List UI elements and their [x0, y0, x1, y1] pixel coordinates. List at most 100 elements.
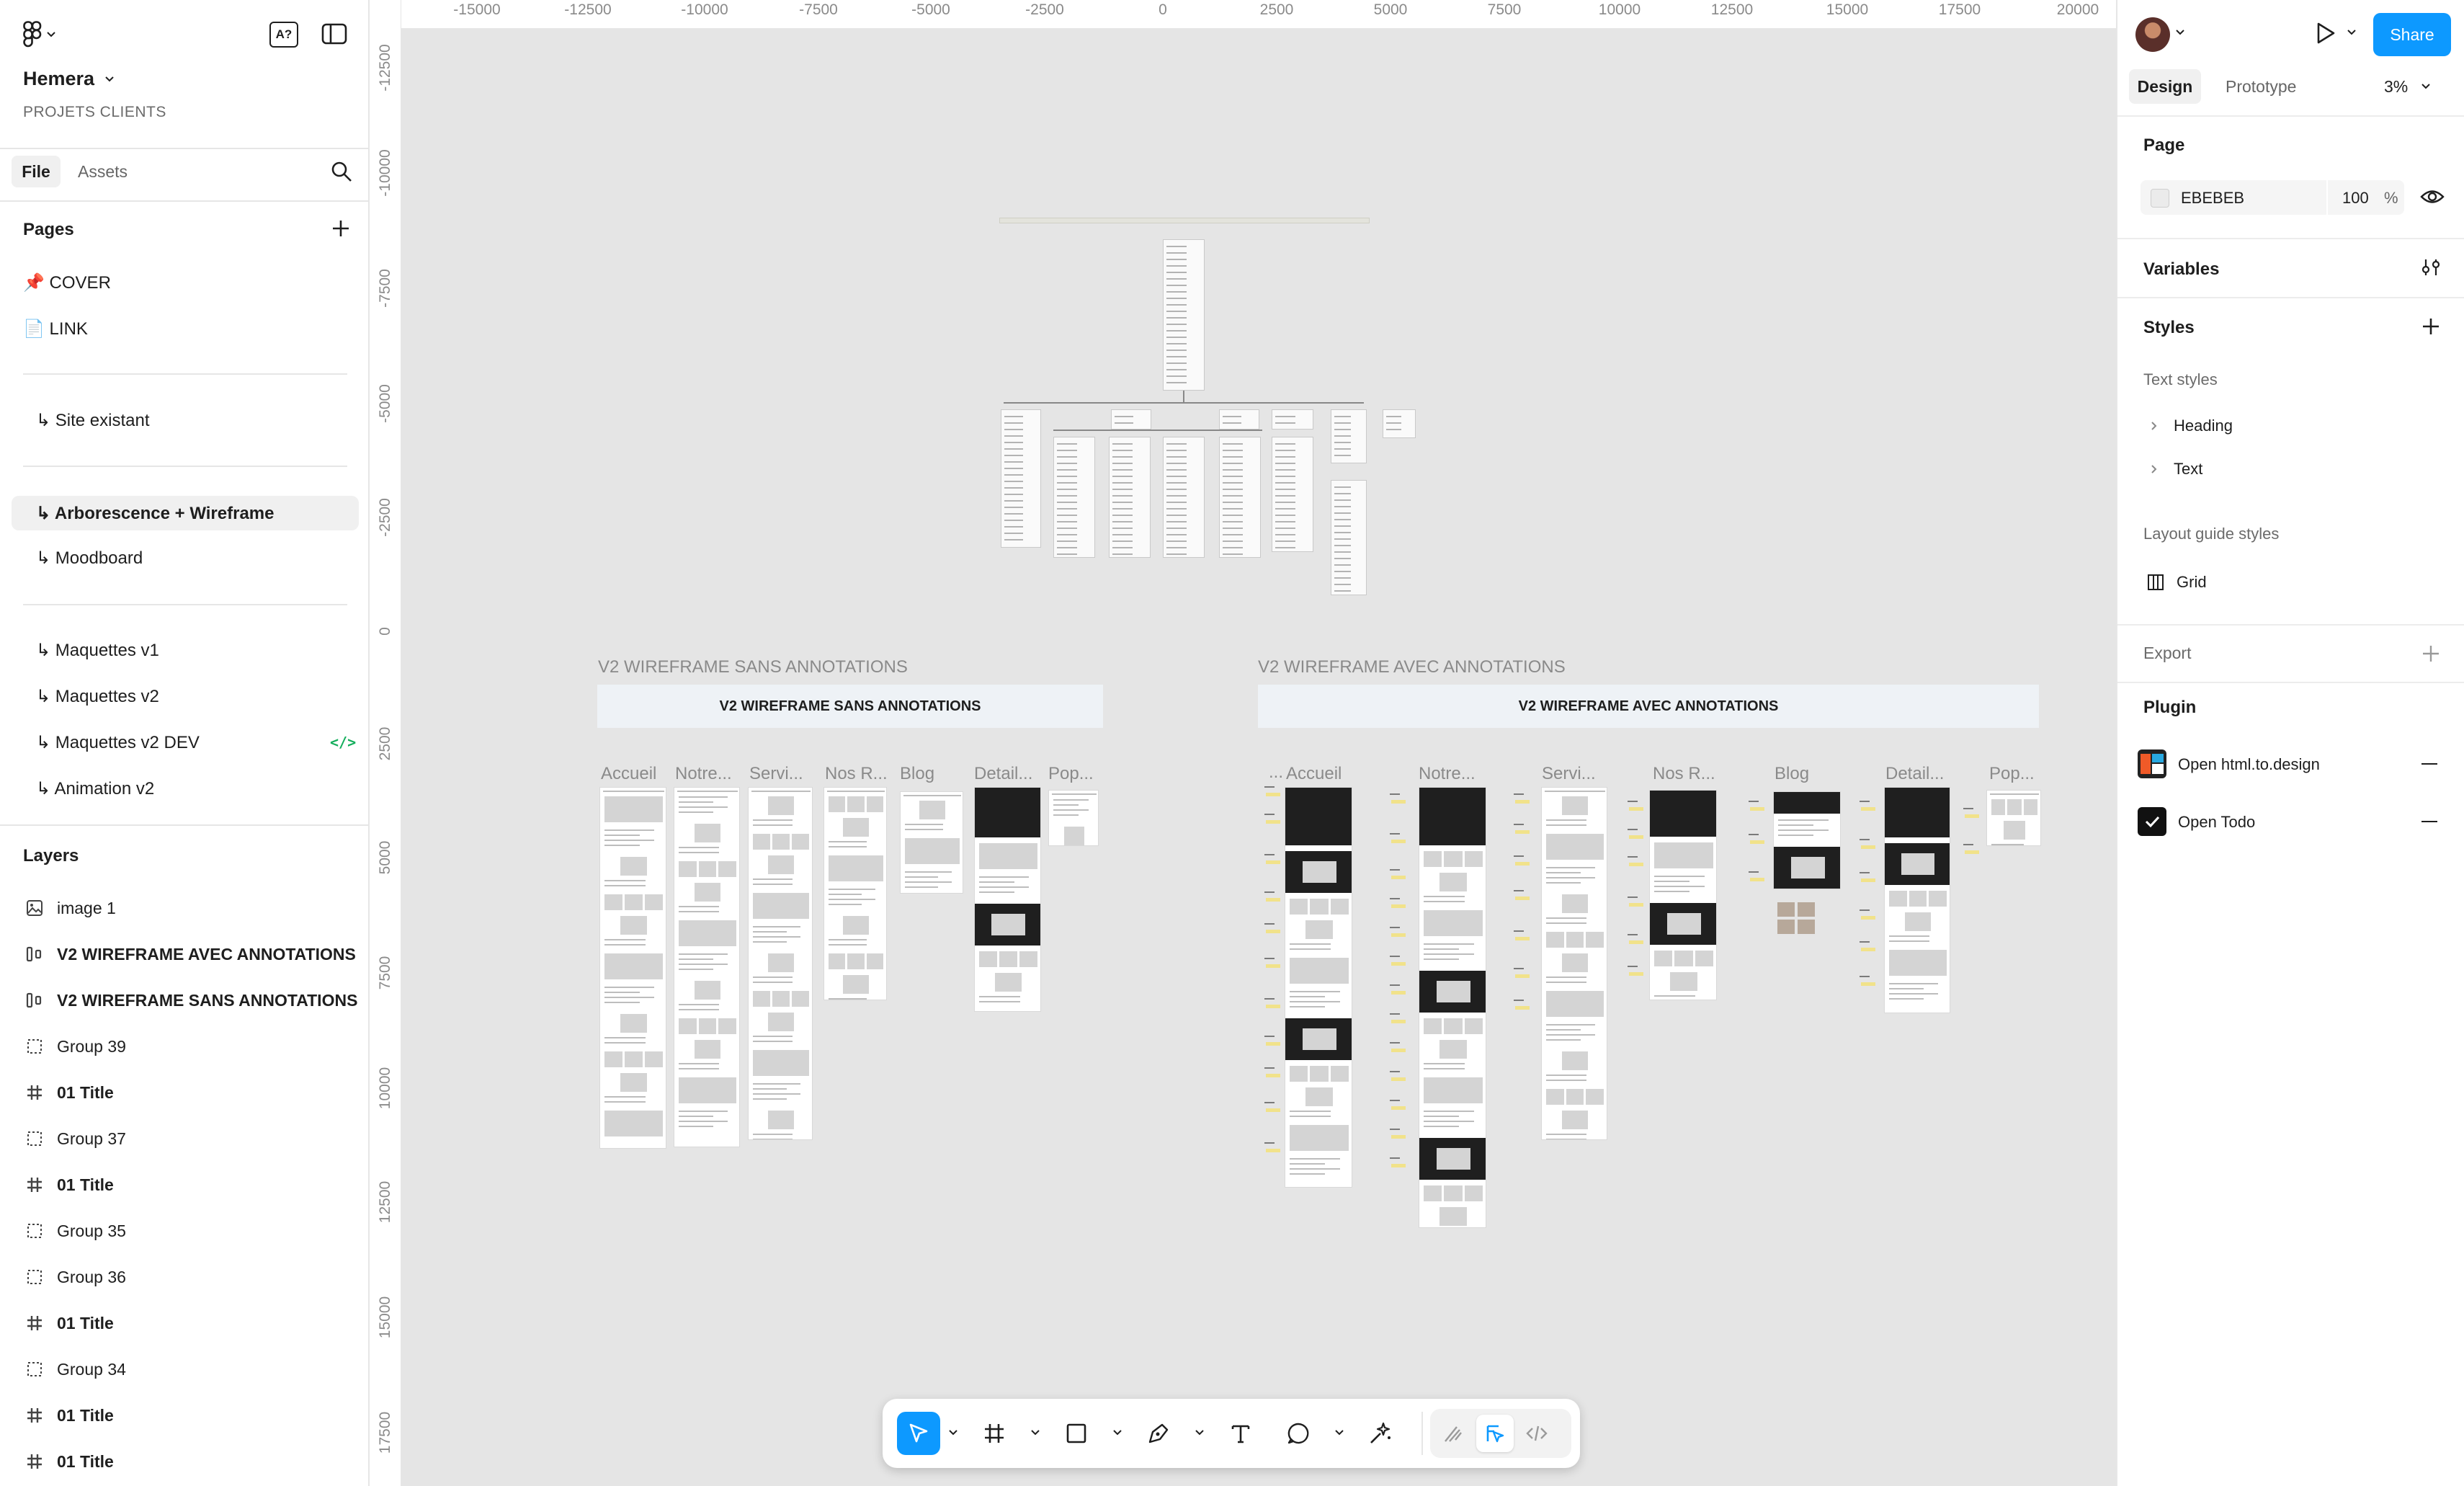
layer-group-39[interactable]: Group 39: [0, 1026, 367, 1067]
page-item-moodboard[interactable]: ↳ Moodboard: [0, 543, 367, 572]
eye-icon[interactable]: [2420, 186, 2445, 208]
page-item-arborescence-wireframe[interactable]: ↳ Arborescence + Wireframe: [12, 496, 359, 530]
layer-group-34[interactable]: Group 34: [0, 1349, 367, 1389]
frame-label[interactable]: ...: [1269, 762, 1283, 783]
wireframe-frame[interactable]: [1285, 787, 1352, 1188]
variables-icon[interactable]: [2420, 257, 2442, 278]
wireframe-frame[interactable]: [1884, 787, 1950, 1013]
move-tool-button[interactable]: [897, 1412, 940, 1455]
chevron-down-icon[interactable]: [1111, 1426, 1124, 1439]
chevron-down-icon[interactable]: [1333, 1426, 1346, 1439]
frame-label[interactable]: Nos R...: [825, 764, 888, 784]
frame-label[interactable]: Servi...: [749, 764, 803, 784]
layer-01-title[interactable]: 01 Title: [0, 1441, 367, 1482]
wireframe-frame[interactable]: [1986, 790, 2041, 846]
frame-label[interactable]: Pop...: [1989, 764, 2035, 784]
banner-sans[interactable]: V2 WIREFRAME SANS ANNOTATIONS: [597, 685, 1103, 728]
page-item-cover[interactable]: 📌 COVER: [0, 268, 367, 297]
draw-mode-button[interactable]: [1434, 1415, 1472, 1452]
avatar[interactable]: [2135, 17, 2170, 52]
page-item-maquettes-v1[interactable]: ↳ Maquettes v1: [0, 636, 367, 664]
wireframe-frame[interactable]: [974, 787, 1041, 1012]
layer-01-title[interactable]: 01 Title: [0, 1165, 367, 1205]
page-item-animation-v2[interactable]: ↳ Animation v2: [0, 774, 367, 803]
remove-plugin-icon[interactable]: [2421, 763, 2437, 765]
plugin-html-to-design[interactable]: Open html.to.design: [2138, 749, 2447, 778]
actions-button[interactable]: [1359, 1412, 1402, 1455]
share-button[interactable]: Share: [2373, 13, 2451, 56]
wireframe-frame[interactable]: [748, 787, 813, 1140]
add-page-icon[interactable]: [330, 218, 352, 239]
page-item-maquettes-v2[interactable]: ↳ Maquettes v2: [0, 682, 367, 711]
chevron-down-icon[interactable]: [2175, 29, 2185, 36]
chevron-down-icon[interactable]: [2347, 29, 2357, 36]
main-menu-button[interactable]: [23, 20, 63, 49]
layer-group-35[interactable]: Group 35: [0, 1211, 367, 1251]
frame-label[interactable]: Nos R...: [1653, 764, 1715, 784]
text-style-heading[interactable]: Heading: [2151, 415, 2233, 437]
text-style-text[interactable]: Text: [2151, 458, 2202, 480]
file-name-menu[interactable]: Hemera: [23, 68, 115, 90]
frame-label[interactable]: Accueil: [601, 764, 656, 784]
frame-label[interactable]: Notre...: [1419, 764, 1476, 784]
sitemap-title-bar[interactable]: [999, 218, 1370, 223]
toggle-sidebar-icon[interactable]: [321, 23, 347, 45]
layout-guide-grid[interactable]: Grid: [2146, 571, 2207, 594]
page-item-site-existant[interactable]: ↳ Site existant: [0, 406, 367, 435]
ai-toggle-icon[interactable]: A?: [269, 22, 298, 48]
frame-label[interactable]: Detail...: [974, 764, 1032, 784]
page-color-field[interactable]: EBEBEB 100 %: [2141, 180, 2404, 215]
frame-label[interactable]: Blog: [1775, 764, 1809, 784]
chevron-down-icon[interactable]: [947, 1426, 960, 1439]
play-icon[interactable]: [2312, 20, 2338, 46]
wireframe-frame[interactable]: [1649, 790, 1717, 1000]
wireframe-frame[interactable]: [1773, 791, 1841, 889]
chevron-down-icon[interactable]: [1029, 1426, 1042, 1439]
tab-design[interactable]: Design: [2129, 69, 2201, 104]
design-mode-button[interactable]: [1476, 1415, 1514, 1452]
zoom-menu[interactable]: 3%: [2384, 69, 2431, 104]
wireframe-frame[interactable]: [1541, 787, 1607, 1140]
layer-group-36[interactable]: Group 36: [0, 1257, 367, 1297]
banner-avec[interactable]: V2 WIREFRAME AVEC ANNOTATIONS: [1258, 685, 2039, 728]
layer-01-title[interactable]: 01 Title: [0, 1072, 367, 1113]
pen-tool-button[interactable]: [1137, 1412, 1180, 1455]
frame-label[interactable]: Notre...: [675, 764, 732, 784]
layer-image-1[interactable]: image 1: [0, 888, 367, 928]
wireframe-frame[interactable]: [1419, 787, 1486, 1228]
chevron-down-icon[interactable]: [1193, 1426, 1206, 1439]
layer-v2-wireframe-sans[interactable]: V2 WIREFRAME SANS ANNOTATIONS: [0, 980, 367, 1020]
tab-file[interactable]: File: [12, 156, 61, 187]
frame-label[interactable]: Servi...: [1542, 764, 1596, 784]
project-name[interactable]: PROJETS CLIENTS: [23, 104, 166, 121]
canvas[interactable]: V2 WIREFRAME SANS ANNOTATIONS V2 WIREFRA…: [401, 29, 2116, 1486]
wireframe-frame[interactable]: [674, 787, 740, 1147]
frame-label[interactable]: Blog: [900, 764, 934, 784]
text-tool-button[interactable]: [1219, 1412, 1262, 1455]
wireframe-frame[interactable]: [900, 791, 963, 894]
wireframe-frame[interactable]: [599, 787, 666, 1149]
wireframe-frame[interactable]: [1048, 790, 1099, 846]
layer-01-title[interactable]: 01 Title: [0, 1303, 367, 1343]
dev-mode-button[interactable]: [1518, 1415, 1555, 1452]
tab-prototype[interactable]: Prototype: [2226, 69, 2296, 104]
shape-tool-button[interactable]: [1055, 1412, 1098, 1455]
search-icon[interactable]: [330, 160, 353, 183]
frame-label[interactable]: Accueil: [1286, 764, 1342, 784]
layer-01-title[interactable]: 01 Title: [0, 1395, 367, 1436]
add-style-icon[interactable]: [2420, 316, 2442, 337]
frame-label[interactable]: Detail...: [1885, 764, 1944, 784]
add-export-icon[interactable]: [2420, 643, 2442, 664]
plugin-open-todo[interactable]: Open Todo: [2138, 807, 2447, 836]
remove-plugin-icon[interactable]: [2421, 821, 2437, 823]
layer-group-37[interactable]: Group 37: [0, 1118, 367, 1159]
wireframe-frame[interactable]: [823, 787, 887, 1000]
comment-tool-button[interactable]: [1277, 1412, 1320, 1455]
frame-tool-button[interactable]: [973, 1412, 1016, 1455]
tab-assets[interactable]: Assets: [78, 156, 128, 187]
frame-label[interactable]: Pop...: [1048, 764, 1094, 784]
page-item-link[interactable]: 📄 LINK: [0, 314, 367, 343]
color-swatch[interactable]: [2151, 189, 2169, 208]
layer-v2-wireframe-avec[interactable]: V2 WIREFRAME AVEC ANNOTATIONS: [0, 934, 367, 974]
page-item-maquettes-v2-dev[interactable]: ↳ Maquettes v2 DEV </>: [0, 728, 367, 757]
